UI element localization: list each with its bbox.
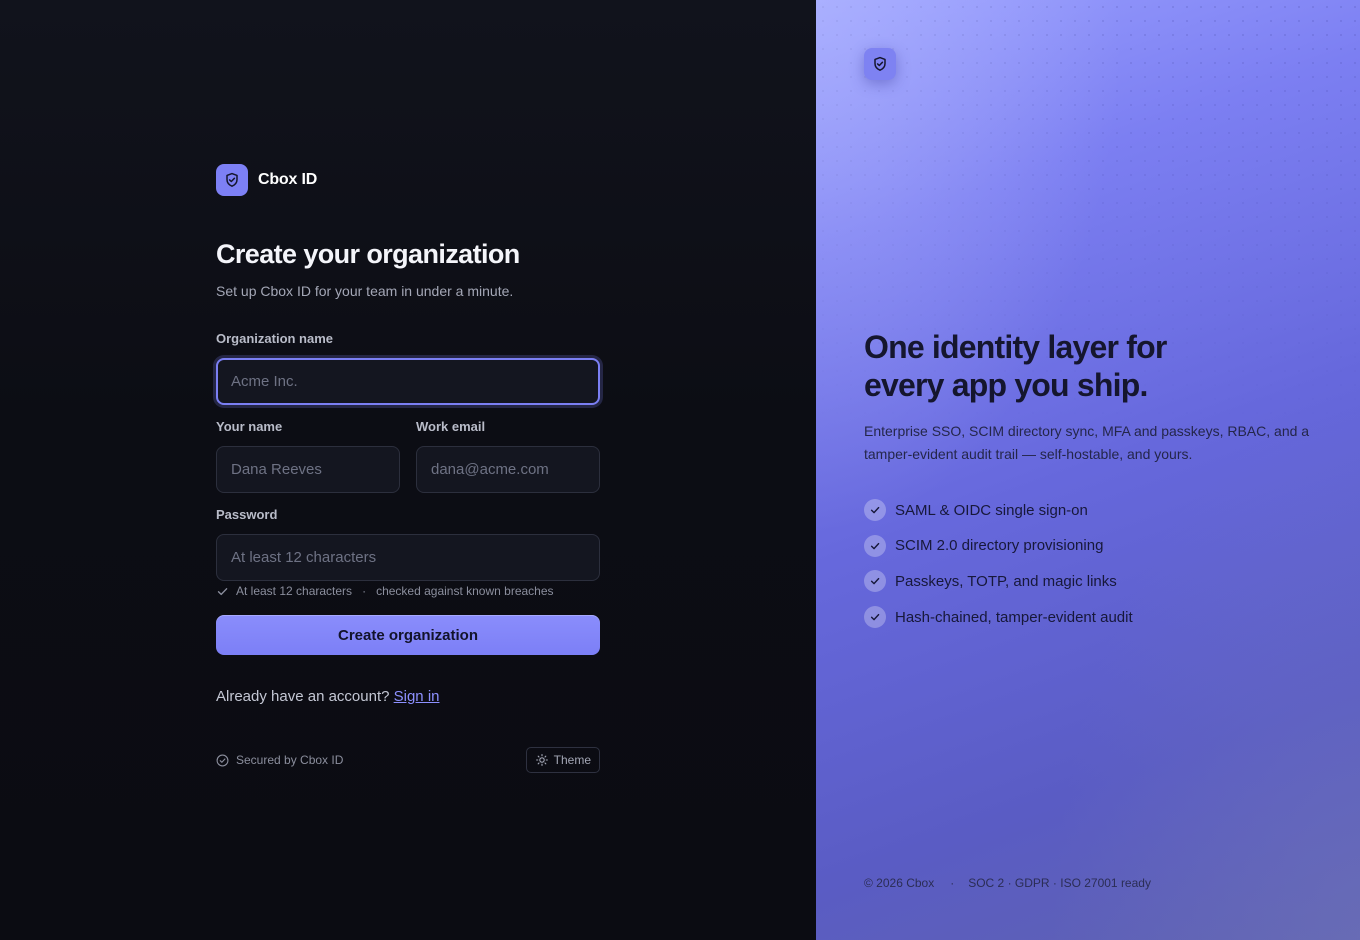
password-field: Password	[216, 506, 600, 581]
your-name-label: Your name	[216, 419, 283, 434]
hero-footer: © 2026 Cbox · SOC 2 · GDPR · ISO 27001 r…	[864, 876, 1151, 890]
feature-list: SAML & OIDC single sign-on SCIM 2.0 dire…	[864, 499, 1133, 642]
hero-content: One identity layer for every app you shi…	[864, 0, 1314, 940]
create-organization-button[interactable]: Create organization	[216, 615, 600, 655]
secured-text: Secured by Cbox ID	[236, 753, 344, 767]
work-email-field: Work email	[416, 418, 600, 493]
feature-item: Passkeys, TOTP, and magic links	[864, 570, 1133, 593]
theme-toggle-button[interactable]: Theme	[525, 747, 600, 773]
password-rule: At least 12 characters	[236, 584, 353, 598]
feature-label: SCIM 2.0 directory provisioning	[895, 537, 1104, 555]
feature-item: SCIM 2.0 directory provisioning	[864, 534, 1133, 557]
your-name-field: Your name	[216, 418, 400, 493]
signin-prompt: Already have an account? Sign in	[216, 688, 440, 705]
hero-headline-line-1: One identity layer for	[864, 329, 1167, 365]
feature-label: Passkeys, TOTP, and magic links	[895, 572, 1117, 590]
feature-item: Hash-chained, tamper-evident audit	[864, 606, 1133, 629]
signup-panel: Cbox ID Create your organization Set up …	[0, 0, 816, 940]
password-breach-note: checked against known breaches	[376, 584, 554, 598]
signin-link[interactable]: Sign in	[394, 688, 440, 705]
shield-check-icon	[224, 172, 240, 188]
theme-label: Theme	[553, 753, 591, 767]
hero-headline: One identity layer for every app you shi…	[864, 328, 1314, 404]
brand-logo	[216, 164, 248, 196]
password-input[interactable]	[216, 534, 600, 581]
feature-label: Hash-chained, tamper-evident audit	[895, 608, 1133, 626]
check-icon	[864, 499, 886, 521]
work-email-label: Work email	[416, 419, 486, 434]
check-icon	[864, 606, 886, 629]
org-name-label: Organization name	[216, 331, 334, 346]
page-subtitle: Set up Cbox ID for your team in under a …	[216, 283, 514, 299]
password-label: Password	[216, 507, 278, 522]
hero-description: Enterprise SSO, SCIM directory sync, MFA…	[864, 423, 1310, 462]
check-circle-icon	[216, 754, 229, 767]
feature-item: SAML & OIDC single sign-on	[864, 499, 1133, 521]
brand-name: Cbox ID	[258, 171, 318, 188]
check-icon	[216, 585, 229, 598]
hero-headline-line-2: every app you ship.	[864, 367, 1148, 403]
signin-prompt-text: Already have an account?	[216, 688, 390, 705]
work-email-input[interactable]	[416, 446, 600, 493]
hero-panel: One identity layer for every app you shi…	[816, 0, 1360, 940]
sun-icon	[535, 754, 548, 766]
check-icon	[864, 534, 886, 557]
footer-separator: ·	[950, 876, 955, 890]
hint-separator: ·	[362, 584, 367, 598]
secured-badge: Secured by Cbox ID	[216, 753, 343, 767]
org-name-field: Organization name	[216, 330, 600, 405]
form-footer: Secured by Cbox ID Theme	[216, 747, 600, 773]
signup-form: Cbox ID Create your organization Set up …	[216, 164, 600, 920]
compliance-badges: SOC 2 · GDPR · ISO 27001 ready	[968, 876, 1151, 890]
check-icon	[864, 570, 886, 593]
copyright: © 2026 Cbox	[864, 876, 935, 890]
feature-label: SAML & OIDC single sign-on	[895, 501, 1088, 519]
org-name-input[interactable]	[216, 358, 600, 405]
password-hint: At least 12 characters · checked against…	[216, 584, 554, 598]
your-name-input[interactable]	[216, 446, 400, 493]
page-title: Create your organization	[216, 239, 520, 269]
brand: Cbox ID	[216, 164, 600, 196]
